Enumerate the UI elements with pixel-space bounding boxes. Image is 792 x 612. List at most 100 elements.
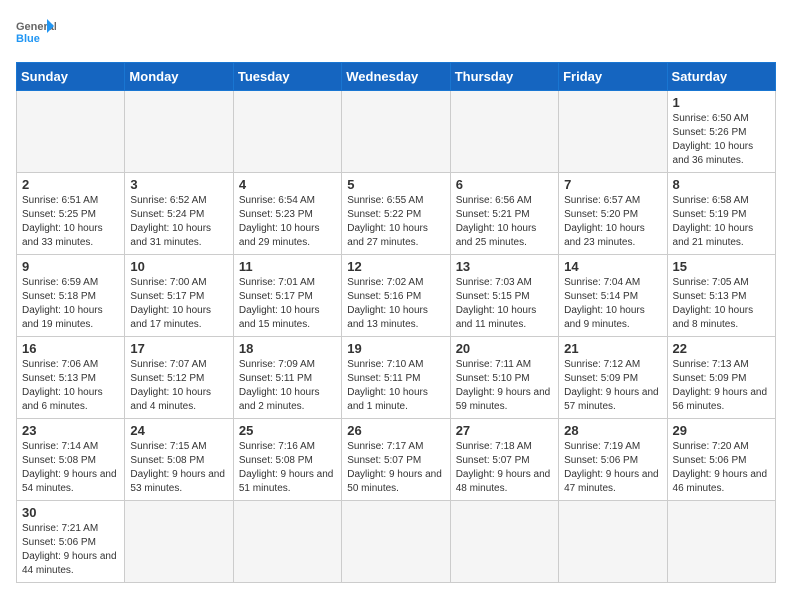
day-number: 17 bbox=[130, 341, 227, 356]
weekday-header-tuesday: Tuesday bbox=[233, 63, 341, 91]
day-number: 3 bbox=[130, 177, 227, 192]
day-info: Sunrise: 7:17 AMSunset: 5:07 PMDaylight:… bbox=[347, 440, 444, 496]
calendar-cell: 19 Sunrise: 7:10 AMSunset: 5:11 PMDayligh… bbox=[342, 337, 450, 419]
weekday-header-saturday: Saturday bbox=[667, 63, 775, 91]
day-number: 11 bbox=[239, 259, 336, 274]
day-info: Sunrise: 7:10 AMSunset: 5:11 PMDaylight:… bbox=[347, 358, 444, 414]
day-number: 4 bbox=[239, 177, 336, 192]
day-number: 22 bbox=[673, 341, 770, 356]
day-info: Sunrise: 7:16 AMSunset: 5:08 PMDaylight:… bbox=[239, 440, 336, 496]
calendar-cell bbox=[559, 91, 667, 173]
calendar-cell: 21 Sunrise: 7:12 AMSunset: 5:09 PMDayligh… bbox=[559, 337, 667, 419]
day-number: 25 bbox=[239, 423, 336, 438]
calendar-cell: 9Sunrise: 6:59 AMSunset: 5:18 PMDaylight… bbox=[17, 255, 125, 337]
calendar-cell: 26 Sunrise: 7:17 AMSunset: 5:07 PMDayligh… bbox=[342, 419, 450, 501]
day-number: 16 bbox=[22, 341, 119, 356]
calendar-cell: 5 Sunrise: 6:55 AMSunset: 5:22 PMDaylight… bbox=[342, 173, 450, 255]
day-info: Sunrise: 6:56 AMSunset: 5:21 PMDaylight:… bbox=[456, 194, 553, 250]
calendar-cell: 30 Sunrise: 7:21 AMSunset: 5:06 PMDayligh… bbox=[17, 501, 125, 583]
calendar-cell: 14 Sunrise: 7:04 AMSunset: 5:14 PMDayligh… bbox=[559, 255, 667, 337]
day-number: 8 bbox=[673, 177, 770, 192]
day-info: Sunrise: 7:12 AMSunset: 5:09 PMDaylight:… bbox=[564, 358, 661, 414]
day-info: Sunrise: 6:58 AMSunset: 5:19 PMDaylight:… bbox=[673, 194, 770, 250]
calendar-cell: 17 Sunrise: 7:07 AMSunset: 5:12 PMDayligh… bbox=[125, 337, 233, 419]
day-number: 23 bbox=[22, 423, 119, 438]
weekday-header-monday: Monday bbox=[125, 63, 233, 91]
day-number: 20 bbox=[456, 341, 553, 356]
day-number: 2 bbox=[22, 177, 119, 192]
day-info: Sunrise: 7:13 AMSunset: 5:09 PMDaylight:… bbox=[673, 358, 770, 414]
day-info: Sunrise: 6:55 AMSunset: 5:22 PMDaylight:… bbox=[347, 194, 444, 250]
calendar-cell-empty bbox=[125, 501, 233, 583]
day-info: Sunrise: 7:19 AMSunset: 5:06 PMDaylight:… bbox=[564, 440, 661, 496]
day-info: Sunrise: 7:09 AMSunset: 5:11 PMDaylight:… bbox=[239, 358, 336, 414]
svg-text:Blue: Blue bbox=[16, 33, 40, 45]
day-info: Sunrise: 7:07 AMSunset: 5:12 PMDaylight:… bbox=[130, 358, 227, 414]
day-info: Sunrise: 7:21 AMSunset: 5:06 PMDaylight:… bbox=[22, 522, 119, 578]
calendar-cell: 12 Sunrise: 7:02 AMSunset: 5:16 PMDayligh… bbox=[342, 255, 450, 337]
calendar-cell-empty bbox=[450, 501, 558, 583]
day-info: Sunrise: 7:14 AMSunset: 5:08 PMDaylight:… bbox=[22, 440, 119, 496]
calendar-cell: 25 Sunrise: 7:16 AMSunset: 5:08 PMDayligh… bbox=[233, 419, 341, 501]
day-number: 18 bbox=[239, 341, 336, 356]
day-info: Sunrise: 6:50 AMSunset: 5:26 PMDaylight:… bbox=[673, 112, 770, 168]
calendar-cell: 28 Sunrise: 7:19 AMSunset: 5:06 PMDayligh… bbox=[559, 419, 667, 501]
weekday-header-thursday: Thursday bbox=[450, 63, 558, 91]
day-info: Sunrise: 7:18 AMSunset: 5:07 PMDaylight:… bbox=[456, 440, 553, 496]
day-number: 10 bbox=[130, 259, 227, 274]
day-info: Sunrise: 7:04 AMSunset: 5:14 PMDaylight:… bbox=[564, 276, 661, 332]
day-number: 28 bbox=[564, 423, 661, 438]
calendar-cell: 16 Sunrise: 7:06 AMSunset: 5:13 PMDayligh… bbox=[17, 337, 125, 419]
day-number: 29 bbox=[673, 423, 770, 438]
day-number: 1 bbox=[673, 95, 770, 110]
calendar-cell: 20Sunrise: 7:11 AMSunset: 5:10 PMDayligh… bbox=[450, 337, 558, 419]
weekday-header-sunday: Sunday bbox=[17, 63, 125, 91]
calendar-cell: 1 Sunrise: 6:50 AMSunset: 5:26 PMDaylight… bbox=[667, 91, 775, 173]
day-number: 27 bbox=[456, 423, 553, 438]
calendar-cell bbox=[125, 91, 233, 173]
calendar-cell-empty bbox=[667, 501, 775, 583]
day-number: 9 bbox=[22, 259, 119, 274]
day-number: 5 bbox=[347, 177, 444, 192]
logo-svg: General Blue bbox=[16, 16, 56, 52]
calendar-cell: 4 Sunrise: 6:54 AMSunset: 5:23 PMDaylight… bbox=[233, 173, 341, 255]
day-info: Sunrise: 7:02 AMSunset: 5:16 PMDaylight:… bbox=[347, 276, 444, 332]
day-number: 19 bbox=[347, 341, 444, 356]
logo: General Blue bbox=[16, 16, 56, 52]
day-number: 21 bbox=[564, 341, 661, 356]
day-info: Sunrise: 7:00 AMSunset: 5:17 PMDaylight:… bbox=[130, 276, 227, 332]
calendar-cell bbox=[17, 91, 125, 173]
calendar-cell: 22 Sunrise: 7:13 AMSunset: 5:09 PMDayligh… bbox=[667, 337, 775, 419]
calendar-cell: 2 Sunrise: 6:51 AMSunset: 5:25 PMDaylight… bbox=[17, 173, 125, 255]
day-info: Sunrise: 6:54 AMSunset: 5:23 PMDaylight:… bbox=[239, 194, 336, 250]
calendar-cell-empty bbox=[342, 501, 450, 583]
weekday-header-wednesday: Wednesday bbox=[342, 63, 450, 91]
day-number: 14 bbox=[564, 259, 661, 274]
day-number: 13 bbox=[456, 259, 553, 274]
day-number: 26 bbox=[347, 423, 444, 438]
calendar-cell bbox=[450, 91, 558, 173]
calendar-cell-empty bbox=[559, 501, 667, 583]
day-number: 30 bbox=[22, 505, 119, 520]
day-info: Sunrise: 7:01 AMSunset: 5:17 PMDaylight:… bbox=[239, 276, 336, 332]
day-number: 12 bbox=[347, 259, 444, 274]
calendar-cell: 10 Sunrise: 7:00 AMSunset: 5:17 PMDayligh… bbox=[125, 255, 233, 337]
day-info: Sunrise: 6:52 AMSunset: 5:24 PMDaylight:… bbox=[130, 194, 227, 250]
day-number: 15 bbox=[673, 259, 770, 274]
day-info: Sunrise: 6:51 AMSunset: 5:25 PMDaylight:… bbox=[22, 194, 119, 250]
calendar-table: SundayMondayTuesdayWednesdayThursdayFrid… bbox=[16, 62, 776, 583]
day-number: 24 bbox=[130, 423, 227, 438]
weekday-header-friday: Friday bbox=[559, 63, 667, 91]
calendar-cell: 23 Sunrise: 7:14 AMSunset: 5:08 PMDayligh… bbox=[17, 419, 125, 501]
calendar-cell: 7Sunrise: 6:57 AMSunset: 5:20 PMDaylight… bbox=[559, 173, 667, 255]
calendar-cell: 8 Sunrise: 6:58 AMSunset: 5:19 PMDaylight… bbox=[667, 173, 775, 255]
calendar-cell: 29 Sunrise: 7:20 AMSunset: 5:06 PMDayligh… bbox=[667, 419, 775, 501]
day-info: Sunrise: 7:20 AMSunset: 5:06 PMDaylight:… bbox=[673, 440, 770, 496]
day-info: Sunrise: 7:03 AMSunset: 5:15 PMDaylight:… bbox=[456, 276, 553, 332]
calendar-cell: 11 Sunrise: 7:01 AMSunset: 5:17 PMDayligh… bbox=[233, 255, 341, 337]
day-info: Sunrise: 7:15 AMSunset: 5:08 PMDaylight:… bbox=[130, 440, 227, 496]
page-header: General Blue bbox=[16, 16, 776, 52]
day-info: Sunrise: 7:06 AMSunset: 5:13 PMDaylight:… bbox=[22, 358, 119, 414]
calendar-cell: 3 Sunrise: 6:52 AMSunset: 5:24 PMDaylight… bbox=[125, 173, 233, 255]
calendar-cell bbox=[342, 91, 450, 173]
